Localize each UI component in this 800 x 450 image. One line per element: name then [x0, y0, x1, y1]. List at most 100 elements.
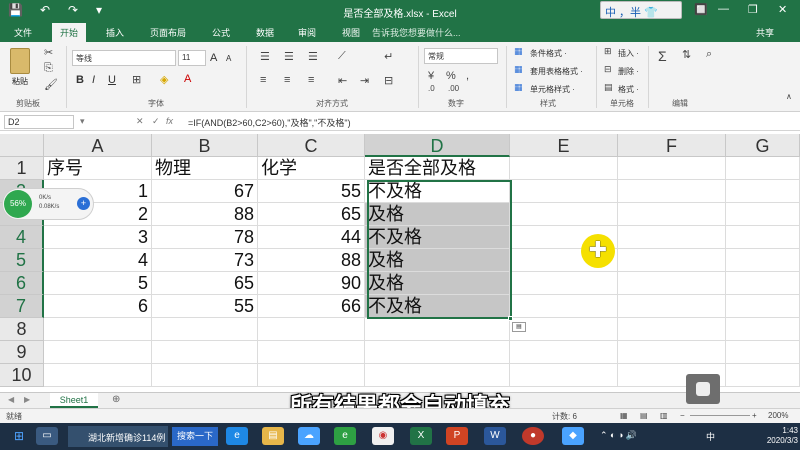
cell-e9[interactable] — [510, 341, 618, 364]
data-cell-d2[interactable]: 不及格 — [365, 180, 510, 203]
data-cell-b5[interactable]: 73 — [152, 249, 258, 272]
cell-e7[interactable] — [510, 295, 618, 318]
cell-c8[interactable] — [258, 318, 365, 341]
header-cell-a1[interactable]: 序号 — [44, 157, 152, 180]
cell-f9[interactable] — [618, 341, 726, 364]
column-header-c[interactable]: C — [258, 134, 365, 157]
page-break-view-icon[interactable]: ▥ — [660, 411, 668, 420]
column-header-d[interactable]: D — [365, 134, 510, 157]
autosum-icon[interactable]: Σ — [658, 48, 667, 64]
enter-formula-icon[interactable]: ✓ — [152, 116, 160, 127]
formula-input[interactable]: =IF(AND(B2>60,C2>60),"及格","不及格") — [188, 116, 351, 129]
data-cell-c6[interactable]: 90 — [258, 272, 365, 295]
tray-icons[interactable]: ⌃ ◐ ◑ 🔊 — [600, 430, 637, 441]
data-cell-c5[interactable]: 88 — [258, 249, 365, 272]
data-cell-d6[interactable]: 及格 — [365, 272, 510, 295]
paste-button-label[interactable]: 粘贴 — [12, 76, 28, 87]
data-cell-a7[interactable]: 6 — [44, 295, 152, 318]
zoom-level[interactable]: 200% — [768, 411, 788, 420]
quick-analysis-icon[interactable]: ▤ — [512, 322, 526, 332]
increase-decimal-icon[interactable]: .0 — [428, 84, 435, 93]
cell-g9[interactable] — [726, 341, 800, 364]
column-header-b[interactable]: B — [152, 134, 258, 157]
excel-app-icon[interactable]: X — [410, 427, 432, 445]
close-button[interactable]: ✕ — [778, 3, 787, 16]
zoom-in-icon[interactable]: + — [752, 411, 757, 420]
align-bottom-icon[interactable]: ☰ — [308, 50, 318, 63]
data-cell-c2[interactable]: 55 — [258, 180, 365, 203]
cell-c10[interactable] — [258, 364, 365, 387]
ie-browser-icon[interactable]: e — [226, 427, 248, 445]
row-header-5[interactable]: 5 — [0, 249, 44, 272]
name-box[interactable]: D2 — [4, 115, 74, 129]
minimize-button[interactable]: — — [718, 3, 729, 15]
data-cell-c4[interactable]: 44 — [258, 226, 365, 249]
data-cell-c3[interactable]: 65 — [258, 203, 365, 226]
cell-d10[interactable] — [365, 364, 510, 387]
data-cell-d7[interactable]: 不及格 — [365, 295, 510, 318]
cell-g2[interactable] — [726, 180, 800, 203]
maximize-button[interactable]: ❐ — [748, 3, 758, 16]
decrease-decimal-icon[interactable]: .00 — [448, 84, 459, 93]
cell-g8[interactable] — [726, 318, 800, 341]
ime-status[interactable]: 中 ，半 👕 — [600, 1, 682, 19]
sort-filter-icon[interactable]: ⇅ — [682, 48, 691, 61]
cell-f4[interactable] — [618, 226, 726, 249]
browser-360-icon[interactable]: e — [334, 427, 356, 445]
column-header-e[interactable]: E — [510, 134, 618, 157]
cell-d9[interactable] — [365, 341, 510, 364]
cell-a10[interactable] — [44, 364, 152, 387]
copy-icon[interactable]: ⎘ — [44, 62, 53, 75]
tab-home[interactable]: 开始 — [52, 23, 87, 42]
data-cell-b4[interactable]: 78 — [152, 226, 258, 249]
tab-file[interactable]: 文件 — [14, 26, 32, 39]
cell-a8[interactable] — [44, 318, 152, 341]
data-cell-d4[interactable]: 不及格 — [365, 226, 510, 249]
borders-icon[interactable]: ⊞ — [132, 73, 141, 86]
tab-page-layout[interactable]: 页面布局 — [150, 26, 186, 39]
cell-f3[interactable] — [618, 203, 726, 226]
data-cell-d5[interactable]: 及格 — [365, 249, 510, 272]
fill-color-icon[interactable]: ◈ — [160, 73, 168, 86]
cell-g10[interactable] — [726, 364, 800, 387]
cloud-drive-icon[interactable]: ☁ — [298, 427, 320, 445]
cell-e3[interactable] — [510, 203, 618, 226]
app-icon[interactable]: ◆ — [562, 427, 584, 445]
taskbar-news-task[interactable]: 湖北新增确诊114例 — [68, 426, 168, 447]
data-cell-b3[interactable]: 88 — [152, 203, 258, 226]
cell-a9[interactable] — [44, 341, 152, 364]
taskbar-search-button[interactable]: 搜索一下 — [172, 427, 218, 446]
increase-indent-icon[interactable]: ⇥ — [360, 74, 369, 87]
percent-icon[interactable]: % — [446, 70, 456, 82]
number-format-select[interactable]: 常规 — [424, 48, 498, 64]
ribbon-display-icon[interactable]: 🔲 — [694, 3, 708, 16]
row-header-10[interactable]: 10 — [0, 364, 44, 387]
cell-g6[interactable] — [726, 272, 800, 295]
orientation-icon[interactable]: ⟋ — [338, 50, 346, 63]
currency-icon[interactable]: ¥ — [428, 70, 434, 82]
delete-cells-button[interactable]: 删除 · — [618, 66, 639, 77]
data-cell-b2[interactable]: 67 — [152, 180, 258, 203]
cell-f1[interactable] — [618, 157, 726, 180]
cell-e10[interactable] — [510, 364, 618, 387]
header-cell-b1[interactable]: 物理 — [152, 157, 258, 180]
column-header-a[interactable]: A — [44, 134, 152, 157]
header-cell-d1[interactable]: 是否全部及格 — [365, 157, 510, 180]
cell-f5[interactable] — [618, 249, 726, 272]
align-middle-icon[interactable]: ☰ — [284, 50, 294, 63]
format-painter-icon[interactable]: 🖌 — [44, 78, 58, 91]
bold-button[interactable]: B — [76, 74, 84, 86]
insert-function-icon[interactable]: fx — [166, 116, 173, 126]
row-header-6[interactable]: 6 — [0, 272, 44, 295]
italic-button[interactable]: I — [92, 74, 95, 86]
cell-styles-button[interactable]: 单元格样式 · — [530, 84, 575, 95]
data-cell-d3[interactable]: 及格 — [365, 203, 510, 226]
normal-view-icon[interactable]: ▦ — [620, 411, 628, 420]
underline-button[interactable]: U — [108, 74, 116, 86]
paste-icon[interactable] — [10, 48, 30, 74]
row-header-7[interactable]: 7 — [0, 295, 44, 318]
header-cell-c1[interactable]: 化学 — [258, 157, 365, 180]
fill-handle[interactable] — [508, 316, 513, 321]
shrink-font-icon[interactable]: A — [226, 54, 231, 63]
row-header-4[interactable]: 4 — [0, 226, 44, 249]
